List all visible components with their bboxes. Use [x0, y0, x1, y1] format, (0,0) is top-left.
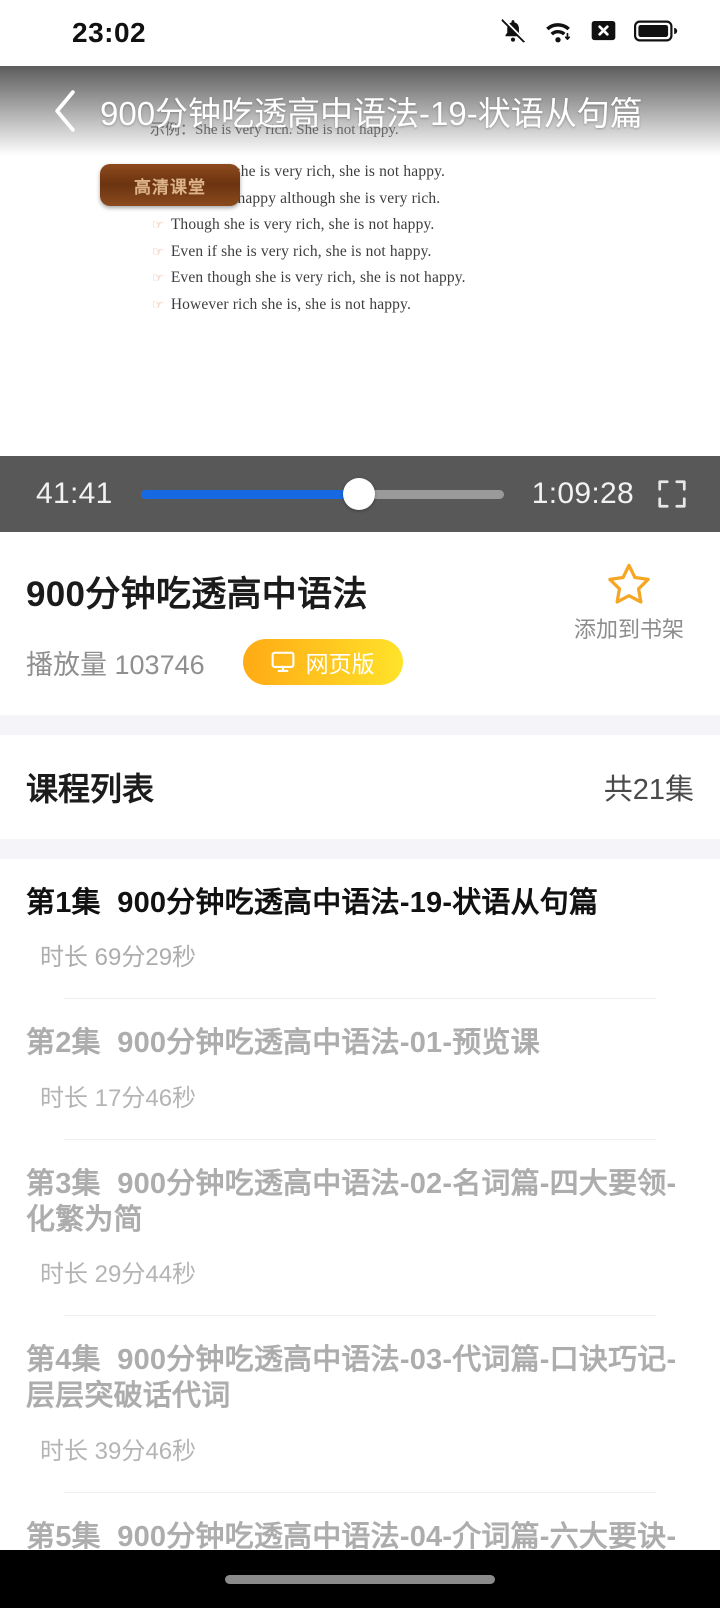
system-nav-bar: [0, 1550, 720, 1608]
episode-title: 第4集 900分钟吃透高中语法-03-代词篇-口诀巧记-层层突破话代词: [26, 1342, 694, 1415]
episode-duration: 时长 69分29秒: [40, 944, 197, 972]
episode-name: 900分钟吃透高中语法-19-状语从句篇: [117, 887, 599, 919]
course-meta-row: 播放量 103746 网页版: [26, 639, 694, 685]
episode-title: 第3集 900分钟吃透高中语法-02-名词篇-四大要领-化繁为简: [26, 1166, 694, 1239]
course-list-title: 课程列表: [26, 771, 155, 807]
episode-list: 第1集 900分钟吃透高中语法-19-状语从句篇 时长 69分29秒 第2集 9…: [0, 859, 720, 1608]
progress-fill: [140, 489, 359, 499]
wifi-icon: [543, 18, 573, 49]
fullscreen-icon: [658, 480, 686, 508]
episode-title: 第1集 900分钟吃透高中语法-19-状语从句篇: [26, 885, 694, 921]
slide-bullet-text: However rich she is, she is not happy.: [170, 295, 411, 313]
fullscreen-button[interactable]: [650, 479, 694, 509]
play-count-label: 播放量: [26, 649, 107, 680]
episode-index: 第5集: [26, 1520, 101, 1553]
section-divider: [0, 715, 720, 735]
video-title: 900分钟吃透高中语法-19-状语从句篇: [100, 95, 643, 132]
total-time-label: 1:09:28: [531, 477, 634, 510]
slide-bullet-item: ☞ Even though she is very rich, she is no…: [152, 269, 720, 287]
sim-no-service-icon: [590, 17, 617, 49]
episode-duration: 时长 29分44秒: [40, 1261, 197, 1288]
player-control-bar: 41:41 1:09:28: [0, 456, 720, 532]
progress-slider[interactable]: [140, 478, 504, 510]
web-version-label: 网页版: [305, 651, 375, 677]
video-top-bar: 900分钟吃透高中语法-19-状语从句篇: [0, 66, 720, 156]
episode-item[interactable]: 第1集 900分钟吃透高中语法-19-状语从句篇 时长 69分29秒: [0, 859, 720, 1000]
episode-name: 900分钟吃透高中语法-02-名词篇-四大要领-化繁为简: [26, 1167, 677, 1236]
back-button[interactable]: [34, 89, 96, 133]
bell-muted-icon: [500, 17, 526, 49]
play-count: 播放量 103746: [26, 643, 205, 682]
status-icons: [500, 17, 678, 49]
progress-thumb[interactable]: [342, 478, 375, 510]
course-watermark-badge: 高清课堂: [100, 164, 240, 206]
slide-bullet-text: Even if she is very rich, she is not hap…: [170, 242, 432, 260]
slide-bullet-text: Even though she is very rich, she is not…: [170, 269, 466, 286]
slide-bullet-item: ☞ Even if she is very rich, she is not ha…: [152, 243, 720, 261]
status-bar: 23:02: [0, 0, 720, 66]
star-outline-icon: [608, 563, 650, 604]
episode-title: 第2集 900分钟吃透高中语法-01-预览课: [26, 1025, 694, 1061]
episode-name: 900分钟吃透高中语法-03-代词篇-口诀巧记-层层突破话代词: [26, 1344, 677, 1413]
episode-name: 900分钟吃透高中语法-01-预览课: [117, 1027, 540, 1060]
episode-item[interactable]: 第2集 900分钟吃透高中语法-01-预览课 时长 17分46秒: [0, 999, 720, 1140]
course-list-header: 课程列表 共21集: [0, 735, 720, 839]
play-count-value: 103746: [114, 649, 205, 680]
current-time-label: 41:41: [36, 477, 113, 510]
home-gesture-bar[interactable]: [225, 1574, 495, 1584]
pointing-hand-bullet-icon: ☞: [152, 270, 164, 285]
episode-duration: 时长 39分46秒: [40, 1437, 197, 1465]
episode-item[interactable]: 第3集 900分钟吃透高中语法-02-名词篇-四大要领-化繁为简 时长 29分4…: [0, 1140, 720, 1316]
episode-index: 第2集: [26, 1027, 101, 1060]
battery-icon: [634, 18, 678, 49]
episode-index: 第4集: [26, 1344, 101, 1376]
episode-item[interactable]: 第4集 900分钟吃透高中语法-03-代词篇-口诀巧记-层层突破话代词 时长 3…: [0, 1316, 720, 1493]
course-list-count: 共21集: [603, 774, 694, 806]
add-to-bookshelf-button[interactable]: 添加到书架: [574, 562, 684, 644]
pointing-hand-bullet-icon: ☞: [152, 296, 164, 312]
pointing-hand-bullet-icon: ☞: [152, 217, 164, 232]
slide-bullet-item: ☞ However rich she is, she is not happy.: [152, 296, 720, 314]
add-to-bookshelf-label: 添加到书架: [573, 617, 684, 642]
slide-bullet-item: ☞ Though she is very rich, she is not hap…: [152, 216, 720, 234]
episode-duration: 时长 17分46秒: [40, 1084, 197, 1112]
status-time: 23:02: [72, 17, 147, 48]
web-version-button[interactable]: 网页版: [242, 639, 403, 685]
app-screen: 23:02 示例：She is very rich. She is not ha…: [0, 0, 720, 1608]
section-divider: [0, 839, 720, 859]
slide-bullet-text: Though she is very rich, she is not happ…: [170, 216, 435, 233]
course-info-section: 900分钟吃透高中语法 播放量 103746 网页版 添加到书架: [0, 532, 720, 715]
video-player-area[interactable]: 示例：She is very rich. She is not happy. ☞…: [0, 66, 720, 456]
course-watermark-text: 高清课堂: [134, 177, 206, 197]
monitor-icon: [271, 651, 295, 672]
episode-index: 第1集: [26, 887, 101, 919]
back-chevron-icon: [55, 90, 75, 132]
episode-index: 第3集: [26, 1167, 101, 1200]
pointing-hand-bullet-icon: ☞: [152, 243, 164, 259]
